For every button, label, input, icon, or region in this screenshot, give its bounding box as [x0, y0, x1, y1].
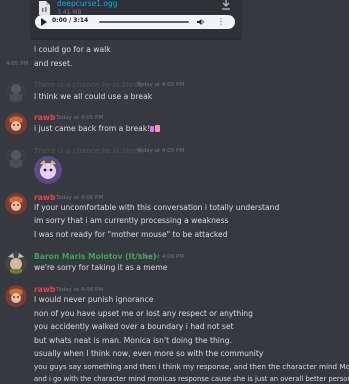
audio-attachment: deepcurse1.ogg 3.41 MB 0:00 / 3:14 ⋮ [30, 0, 242, 40]
emoji-icon [150, 125, 160, 132]
message-text: i could go for a walk [34, 45, 111, 54]
blocked-username[interactable]: There is a chance he is Shrek [34, 80, 143, 89]
message-text: I was not ready for "mother mouse" to be… [34, 230, 228, 239]
message-text: but whats neat is man. Monica isn't doin… [34, 336, 232, 345]
username[interactable]: rawb [34, 285, 55, 294]
shrek-avatar-image [5, 146, 27, 168]
play-icon[interactable] [41, 18, 47, 26]
rawb-avatar-image [5, 113, 27, 135]
avatar[interactable] [5, 252, 27, 274]
rawb-avatar-image [5, 285, 27, 307]
baron-avatar-image [5, 252, 27, 274]
message-text: we're sorry for taking it as a meme [34, 263, 168, 272]
more-options-icon[interactable]: ⋮ [217, 17, 225, 26]
blocked-username[interactable]: There is a chance he is Shrek [34, 146, 143, 155]
message-timestamp: Today at 4:06 PM [56, 287, 104, 293]
sticker-image [34, 156, 62, 184]
message-timestamp: Today at 4:05 PM [137, 148, 185, 154]
message-text: I think we all could use a break [34, 92, 153, 101]
message-timestamp: Today at 4:06 PM [56, 195, 104, 201]
download-icon[interactable] [221, 0, 231, 11]
volume-icon[interactable] [197, 18, 205, 26]
avatar[interactable] [5, 113, 27, 135]
username[interactable]: rawb [34, 113, 55, 122]
message-text: and i go with the character mind monicas… [34, 375, 349, 383]
message-timestamp: Today at 4:05 PM [137, 82, 185, 88]
audio-player: 0:00 / 3:14 ⋮ [35, 15, 235, 29]
message-text: I would never punish ignorance [34, 295, 154, 304]
avatar[interactable] [5, 146, 27, 168]
username[interactable]: rawb [34, 193, 55, 202]
message-text: i just came back from a break! [34, 124, 151, 133]
avatar[interactable] [5, 80, 27, 102]
message-text: usually when I think now, even more so w… [34, 349, 264, 358]
player-seek-bar[interactable] [99, 21, 189, 23]
avatar[interactable] [5, 285, 27, 307]
message-timestamp: 4:05 PM [6, 61, 29, 67]
shrek-avatar-image [5, 80, 27, 102]
sticker-icon [34, 156, 62, 184]
player-time: 0:00 / 3:14 [52, 17, 89, 24]
message-timestamp: Today at 4:05 PM [56, 115, 104, 121]
rawb-avatar-image [5, 193, 27, 215]
chat-log: deepcurse1.ogg 3.41 MB 0:00 / 3:14 ⋮ i c… [0, 0, 349, 384]
message-text: you guys say something and then i think … [34, 362, 349, 371]
message-text: and reset. [34, 59, 73, 68]
attachment-filename[interactable]: deepcurse1.ogg [57, 0, 118, 8]
message-text: im sorry that i am currently processing … [34, 216, 229, 225]
message-timestamp: Today at 4:06 PM [137, 254, 185, 260]
message-text: you accidently walked over a boundary i … [34, 322, 234, 331]
message-text: non of you have upset me or lost any res… [34, 309, 253, 318]
audio-file-icon [39, 1, 50, 15]
message-text: if your uncomfortable with this conversa… [34, 203, 280, 212]
avatar[interactable] [5, 193, 27, 215]
